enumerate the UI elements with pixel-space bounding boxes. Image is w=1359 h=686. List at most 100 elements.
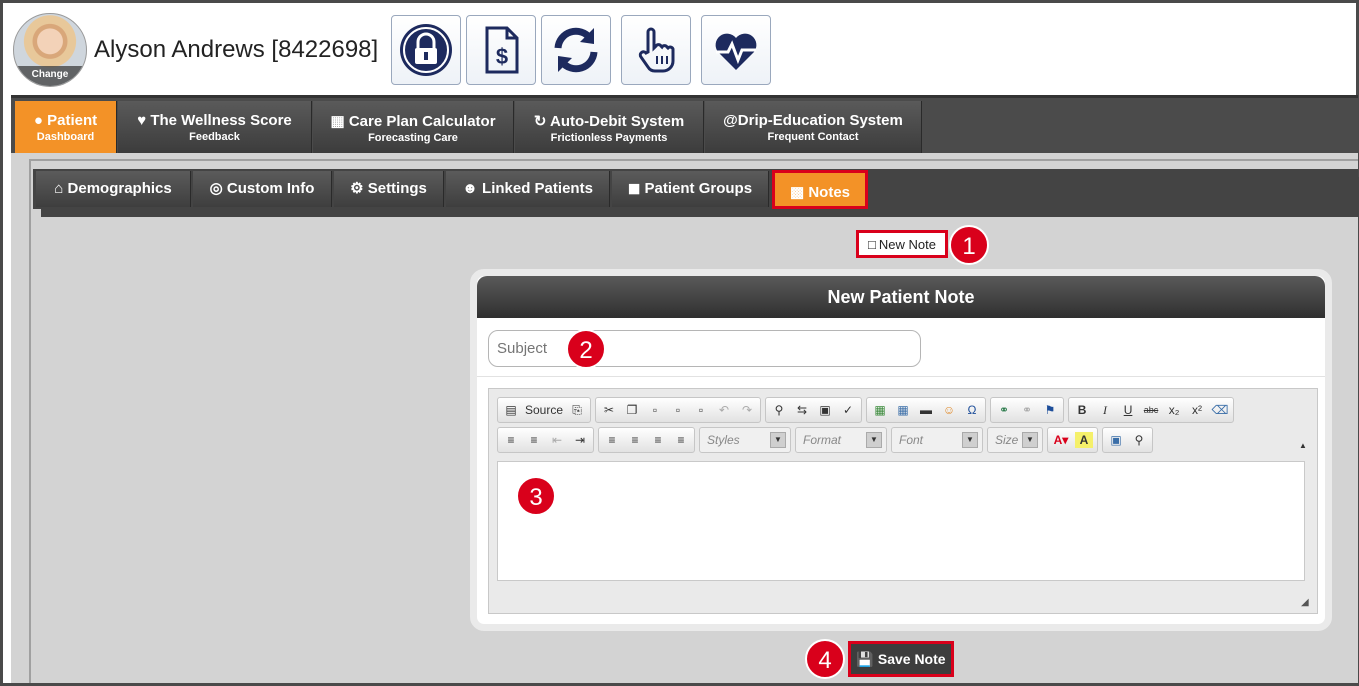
- replace-icon[interactable]: ⇆: [793, 402, 811, 418]
- editor-body[interactable]: [497, 461, 1305, 581]
- bucket-icon: ◼: [627, 180, 645, 197]
- main-tab-sub: Dashboard: [36, 131, 95, 143]
- link-icon[interactable]: ⚭: [995, 402, 1013, 418]
- copy-icon[interactable]: ❐: [623, 402, 641, 418]
- italic-icon[interactable]: I: [1096, 402, 1114, 418]
- sync-button[interactable]: [541, 15, 611, 85]
- sub-tab-label: Patient Groups: [644, 180, 753, 197]
- table-icon[interactable]: ▦: [894, 402, 912, 418]
- avatar[interactable]: Change: [13, 13, 87, 87]
- main-tab-auto-debit[interactable]: ↻ Auto-Debit System Frictionless Payment…: [515, 101, 704, 153]
- main-tab-wellness[interactable]: ♥ The Wellness Score Feedback: [118, 101, 312, 153]
- chevron-down-icon: ▼: [1022, 432, 1038, 448]
- horizontal-line-icon[interactable]: ▬: [917, 402, 935, 418]
- format-dropdown[interactable]: Format ▼: [795, 427, 887, 453]
- main-tab-sub: Frequent Contact: [767, 131, 859, 143]
- size-dropdown[interactable]: Size ▼: [987, 427, 1043, 453]
- align-right-icon[interactable]: ≡: [649, 432, 667, 448]
- sub-tab-label: Notes: [808, 184, 851, 201]
- pointer-hand-icon: [638, 27, 675, 73]
- outdent-icon[interactable]: ⇤: [548, 432, 566, 448]
- callout-badge-2: 2: [566, 329, 606, 369]
- toolbar-group-align: ≡ ≡ ≡ ≡: [598, 427, 695, 453]
- justify-icon[interactable]: ≡: [672, 432, 690, 448]
- align-left-icon[interactable]: ≡: [603, 432, 621, 448]
- save-note-button[interactable]: 💾 Save Note: [848, 641, 954, 677]
- sub-tab-linked-patients[interactable]: ☻ Linked Patients: [446, 171, 610, 207]
- main-tab-label: Drip-Education System: [737, 112, 903, 129]
- callout-badge-1: 1: [949, 225, 989, 265]
- save-disk-icon: 💾: [856, 650, 874, 667]
- paste-icon[interactable]: ▫: [646, 402, 664, 418]
- main-tab-label: Patient: [47, 112, 98, 129]
- find-icon[interactable]: ⚲: [770, 402, 788, 418]
- bold-icon[interactable]: B: [1073, 402, 1091, 418]
- lock-button[interactable]: [391, 15, 461, 85]
- heartbeat-icon: [715, 33, 757, 70]
- main-tab-sub: Frictionless Payments: [550, 132, 668, 144]
- toolbar-group-basicstyles: B I U abc x₂ x² ⌫: [1068, 397, 1235, 423]
- main-tab-care-plan[interactable]: ▦ Care Plan Calculator Forecasting Care: [313, 101, 514, 153]
- smiley-icon[interactable]: ☺: [940, 402, 958, 418]
- print-icon[interactable]: ⎘: [568, 402, 586, 418]
- panel-title: New Patient Note: [477, 276, 1325, 318]
- size-label: Size: [995, 433, 1019, 447]
- user-icon: ●: [33, 112, 48, 129]
- at-icon: @: [723, 112, 738, 129]
- unlink-icon[interactable]: ⚭: [1018, 402, 1036, 418]
- superscript-icon[interactable]: x²: [1188, 402, 1206, 418]
- source-button[interactable]: Source: [525, 403, 563, 417]
- heartbeat-button[interactable]: [701, 15, 771, 85]
- sub-tab-label: Demographics: [67, 180, 172, 197]
- background-color-icon[interactable]: A: [1075, 432, 1093, 448]
- avatar-change-label[interactable]: Change: [14, 66, 86, 86]
- sub-tab-notes[interactable]: ▩ Notes: [772, 170, 868, 209]
- resize-handle-icon[interactable]: ◢: [1301, 597, 1313, 609]
- pointer-button[interactable]: [621, 15, 691, 85]
- numbered-list-icon[interactable]: ≡: [502, 432, 520, 448]
- invoice-button[interactable]: $: [466, 15, 536, 85]
- select-all-icon[interactable]: ▣: [816, 402, 834, 418]
- sub-tab-settings[interactable]: ⚙ Settings: [334, 171, 444, 207]
- redo-icon[interactable]: ↷: [738, 402, 756, 418]
- show-blocks-icon[interactable]: ⚲: [1130, 432, 1148, 448]
- main-tab-sub: Forecasting Care: [368, 132, 458, 144]
- main-tab-sub: Feedback: [189, 131, 240, 143]
- calculator-icon: ▦: [330, 113, 349, 130]
- format-label: Format: [803, 433, 842, 447]
- new-note-button[interactable]: □ New Note: [856, 230, 948, 258]
- sub-tab-patient-groups[interactable]: ◼ Patient Groups: [612, 171, 769, 207]
- main-tab-drip-education[interactable]: @Drip-Education System Frequent Contact: [705, 101, 922, 153]
- spellcheck-icon[interactable]: ✓: [839, 402, 857, 418]
- paste-word-icon[interactable]: ▫: [692, 402, 710, 418]
- image-icon[interactable]: ▦: [871, 402, 889, 418]
- anchor-flag-icon[interactable]: ⚑: [1041, 402, 1059, 418]
- cog-icon: ⚙: [350, 180, 368, 197]
- sub-tab-label: Linked Patients: [482, 180, 593, 197]
- indent-icon[interactable]: ⇥: [571, 432, 589, 448]
- main-tab-patient[interactable]: ● Patient Dashboard: [15, 101, 117, 153]
- subscript-icon[interactable]: x₂: [1165, 402, 1183, 418]
- paste-text-icon[interactable]: ▫: [669, 402, 687, 418]
- collapse-toolbar-icon[interactable]: ▲: [1299, 441, 1309, 451]
- subject-input[interactable]: [488, 330, 921, 367]
- maximize-icon[interactable]: ▣: [1107, 432, 1125, 448]
- align-center-icon[interactable]: ≡: [626, 432, 644, 448]
- cut-icon[interactable]: ✂: [600, 402, 618, 418]
- source-icon: ▤: [505, 403, 517, 417]
- chevron-down-icon: ▼: [770, 432, 786, 448]
- styles-dropdown[interactable]: Styles ▼: [699, 427, 791, 453]
- toolbar-group-insert: ▦ ▦ ▬ ☺ Ω: [866, 397, 987, 423]
- strikethrough-icon[interactable]: abc: [1142, 402, 1160, 418]
- underline-icon[interactable]: U: [1119, 402, 1137, 418]
- special-char-icon[interactable]: Ω: [963, 402, 981, 418]
- sub-tab-demographics[interactable]: ⌂ Demographics: [36, 171, 191, 207]
- sub-tab-custom-info[interactable]: ◎ Custom Info: [193, 171, 332, 207]
- remove-format-icon[interactable]: ⌫: [1211, 402, 1229, 418]
- callout-badge-4: 4: [805, 639, 845, 679]
- undo-icon[interactable]: ↶: [715, 402, 733, 418]
- bulleted-list-icon[interactable]: ≡: [525, 432, 543, 448]
- font-dropdown[interactable]: Font ▼: [891, 427, 983, 453]
- text-color-icon[interactable]: A▾: [1052, 432, 1070, 448]
- toolbar-group-document: ▤ Source ⎘: [497, 397, 592, 423]
